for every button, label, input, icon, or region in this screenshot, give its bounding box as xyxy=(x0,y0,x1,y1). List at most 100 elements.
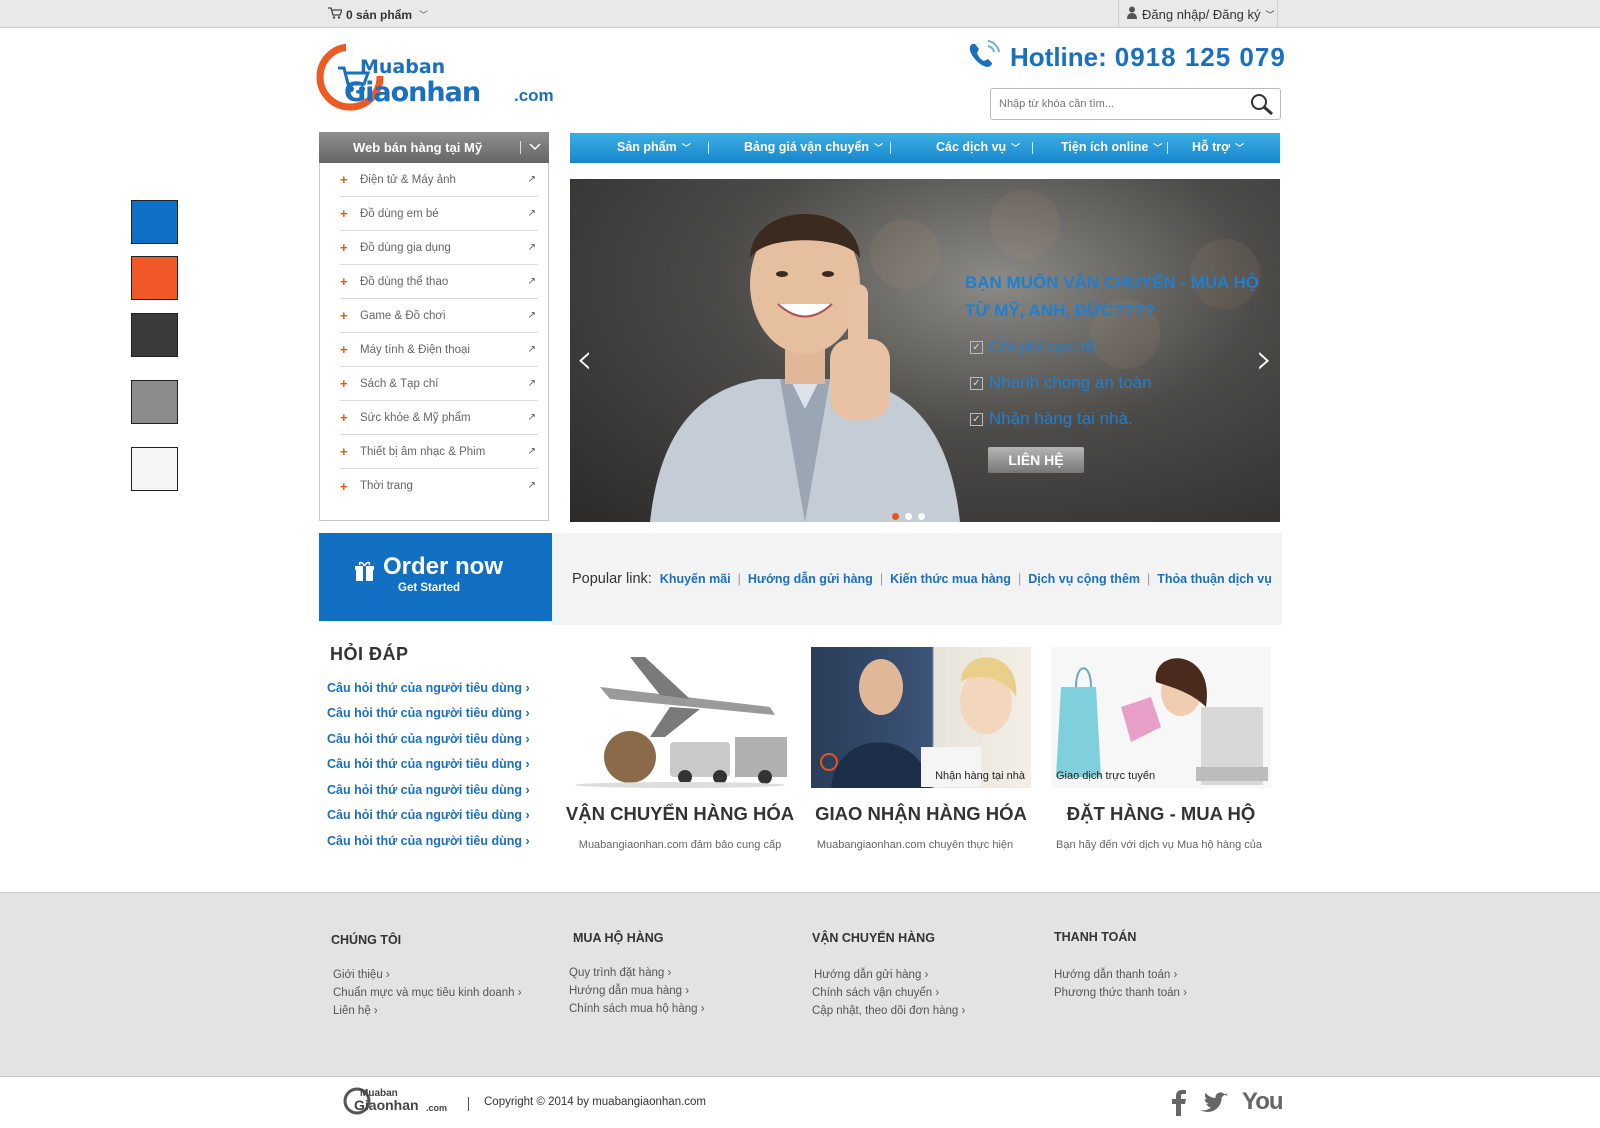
category-item[interactable]: + Sức khỏe & Mỹ phẩm ↗ xyxy=(340,401,538,435)
slider-dot[interactable] xyxy=(905,513,912,520)
footer-link[interactable]: Chính sách vận chuyển › xyxy=(812,987,939,999)
divider xyxy=(520,141,521,154)
popular-link[interactable]: Dịch vụ cộng thêm xyxy=(1028,572,1140,586)
nav-label: Hỗ trợ xyxy=(1192,140,1231,154)
login-register-link[interactable]: Đăng nhập/ Đăng ký ﹀ xyxy=(1118,0,1278,28)
color-swatch-orange[interactable] xyxy=(131,256,178,300)
footer-logo[interactable]: Muaban Giaonhan .com xyxy=(342,1086,454,1118)
plus-icon: + xyxy=(340,308,348,323)
plus-icon: + xyxy=(340,376,348,391)
slider-dot[interactable] xyxy=(892,513,899,520)
service-description: Bạn hãy đến với dịch vụ Mua hộ hàng của xyxy=(1056,839,1262,851)
twitter-icon[interactable] xyxy=(1200,1092,1228,1119)
phone-icon xyxy=(966,40,1002,75)
search-input[interactable] xyxy=(991,89,1231,119)
color-swatch-gray[interactable] xyxy=(131,380,178,424)
footer-link[interactable]: Hướng dẫn mua hàng › xyxy=(569,985,689,997)
category-item[interactable]: + Đồ dùng thể thao ↗ xyxy=(340,265,538,299)
arrow-up-right-icon: ↗ xyxy=(527,378,536,389)
category-label: Sức khỏe & Mỹ phẩm xyxy=(360,411,471,424)
chevron-down-icon: ﹀ xyxy=(681,142,691,153)
footer-link[interactable]: Phương thức thanh toán › xyxy=(1054,987,1187,999)
footer-link[interactable]: Liên hệ › xyxy=(333,1005,378,1017)
faq-link[interactable]: Câu hỏi thứ của người tiêu dùng › xyxy=(327,757,530,771)
plus-icon: + xyxy=(340,478,348,494)
service-image-online-order[interactable]: Giao dịch trực tuyến xyxy=(1051,647,1271,788)
facebook-icon[interactable] xyxy=(1172,1090,1186,1121)
category-item[interactable]: + Sách & Tạp chí ↗ xyxy=(340,367,538,401)
footer-link[interactable]: Giới thiệu › xyxy=(333,969,390,981)
youtube-icon[interactable]: You xyxy=(1242,1088,1284,1116)
divider xyxy=(1167,142,1168,154)
cart-dropdown[interactable]: 0 sản phẩm ﹀ xyxy=(328,7,428,22)
nav-item-support[interactable]: Hỗ trợ ﹀ xyxy=(1192,140,1244,154)
nav-item-services[interactable]: Các dịch vụ ﹀ xyxy=(936,140,1020,154)
color-swatch-dark-gray[interactable] xyxy=(131,313,178,357)
service-title[interactable]: GIAO NHẬN HÀNG HÓA xyxy=(806,803,1036,825)
user-icon xyxy=(1127,6,1137,22)
footer-link[interactable]: Hướng dẫn gửi hàng › xyxy=(814,969,928,981)
site-logo[interactable]: Muaban Giaonhan .com xyxy=(316,40,576,114)
category-item[interactable]: + Thời trang ↗ xyxy=(340,469,538,503)
nav-label: Sản phẩm xyxy=(617,140,677,154)
plus-icon: + xyxy=(340,444,348,459)
footer-column-title: VẬN CHUYỂN HÀNG xyxy=(812,931,935,945)
category-item[interactable]: + Game & Đồ chơi ↗ xyxy=(340,299,538,333)
faq-link[interactable]: Câu hỏi thứ của người tiêu dùng › xyxy=(327,783,530,797)
footer-link[interactable]: Cập nhật, theo dõi đơn hàng › xyxy=(812,1005,965,1017)
faq-link[interactable]: Câu hỏi thứ của người tiêu dùng › xyxy=(327,681,530,695)
chevron-down-icon: ﹀ xyxy=(1011,142,1021,153)
faq-link[interactable]: Câu hỏi thứ của người tiêu dùng › xyxy=(327,808,530,822)
slide-bullet: ✓ Nhanh chóng an toàn xyxy=(970,373,1152,393)
color-swatch-blue[interactable] xyxy=(131,200,178,244)
category-label: Đồ dùng gia dụng xyxy=(360,241,451,254)
chevron-down-icon: ﹀ xyxy=(419,10,429,20)
category-label: Máy tính & Điện thoại xyxy=(360,343,470,356)
footer-link[interactable]: Chuẩn mực và mục tiêu kinh doanh › xyxy=(333,987,522,999)
chevron-left-icon[interactable]: ‹ xyxy=(576,334,593,383)
nav-label: Tiện ích online xyxy=(1061,140,1149,154)
hero-slider: BẠN MUỐN VẬN CHUYỂN - MUA HỘ TỪ MỸ, ANH,… xyxy=(570,179,1280,522)
category-label: Thiết bị âm nhạc & Phim xyxy=(360,445,486,458)
service-image-shipping[interactable] xyxy=(570,647,790,788)
hotline-label: Hotline: xyxy=(1010,42,1107,72)
search-icon[interactable] xyxy=(1250,93,1274,116)
service-image-delivery[interactable]: Nhận hàng tại nhà xyxy=(811,647,1031,788)
slide-bullet: ✓ Nhận hàng tại nhà. xyxy=(970,409,1133,429)
footer-link[interactable]: Chính sách mua hộ hàng › xyxy=(569,1003,705,1015)
faq-link[interactable]: Câu hỏi thứ của người tiêu dùng › xyxy=(327,834,530,848)
plus-icon: + xyxy=(340,410,348,425)
logo-text-top: Muaban xyxy=(360,56,446,78)
nav-item-online-tools[interactable]: Tiện ích online ﹀ xyxy=(1061,140,1162,154)
category-item[interactable]: + Máy tính & Điện thoại ↗ xyxy=(340,333,538,367)
nav-item-shipping-rates[interactable]: Bảng giá vận chuyển ﹀ xyxy=(744,140,883,154)
category-item[interactable]: + Điện tử & Máy ảnh ↗ xyxy=(340,163,538,197)
footer-link[interactable]: Hướng dẫn thanh toán › xyxy=(1054,969,1177,981)
order-now-button[interactable]: Order now Get Started xyxy=(319,533,552,621)
category-list: + Điện tử & Máy ảnh ↗ + Đồ dùng em bé ↗ + Đồ … xyxy=(319,163,549,521)
popular-link[interactable]: Hướng dẫn gửi hàng xyxy=(748,572,873,586)
checkbox-icon: ✓ xyxy=(970,340,983,354)
popular-link[interactable]: Kiến thức mua hàng xyxy=(890,572,1011,586)
footer-link[interactable]: Quy trình đặt hàng › xyxy=(569,967,671,979)
nav-item-products[interactable]: Sản phẩm ﹀ xyxy=(617,140,691,154)
category-menu-header[interactable]: Web bán hàng tại Mỹ xyxy=(319,132,549,163)
faq-link[interactable]: Câu hỏi thứ của người tiêu dùng › xyxy=(327,732,530,746)
popular-link[interactable]: Thỏa thuận dịch vụ xyxy=(1157,572,1272,586)
category-item[interactable]: + Thiết bị âm nhạc & Phim ↗ xyxy=(340,435,538,469)
gift-icon xyxy=(355,561,374,587)
hotline: Hotline: 0918 125 079 xyxy=(966,40,1286,75)
service-title[interactable]: ĐẶT HÀNG - MUA HỘ xyxy=(1046,803,1276,825)
faq-link[interactable]: Câu hỏi thứ của người tiêu dùng › xyxy=(327,706,530,720)
copyright: Copyright © 2014 by muabangiaonhan.com xyxy=(484,1096,707,1108)
color-swatch-white[interactable] xyxy=(131,447,178,491)
chevron-right-icon[interactable]: › xyxy=(1256,334,1273,383)
slider-dot[interactable] xyxy=(918,513,925,520)
popular-link[interactable]: Khuyến mãi xyxy=(660,572,731,586)
service-title[interactable]: VẬN CHUYỂN HÀNG HÓA xyxy=(565,803,795,825)
category-item[interactable]: + Đồ dùng em bé ↗ xyxy=(340,197,538,231)
contact-button[interactable]: LIÊN HỆ xyxy=(988,447,1084,473)
checkbox-icon: ✓ xyxy=(970,376,983,390)
category-item[interactable]: + Đồ dùng gia dụng ↗ xyxy=(340,231,538,265)
footer-column-title: MUA HỘ HÀNG xyxy=(573,931,664,945)
